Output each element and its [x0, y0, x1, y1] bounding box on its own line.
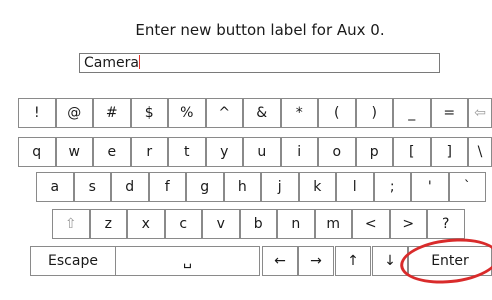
escape-button[interactable]: Escape — [30, 246, 116, 276]
shift-icon[interactable]: ⇧ — [52, 209, 90, 239]
key-j[interactable]: j — [261, 172, 299, 202]
key-e[interactable]: e — [93, 137, 131, 167]
key-semicolon[interactable]: ; — [373, 172, 411, 202]
arrow-right-icon[interactable]: → — [298, 246, 334, 276]
key-u[interactable]: u — [243, 137, 281, 167]
key-exclaim[interactable]: ! — [18, 98, 56, 128]
key-o[interactable]: o — [318, 137, 356, 167]
enter-button[interactable]: Enter — [408, 246, 492, 276]
key-ampersand[interactable]: & — [243, 98, 281, 128]
key-c[interactable]: c — [164, 209, 202, 239]
key-left-bracket[interactable]: [ — [393, 137, 431, 167]
key-k[interactable]: k — [298, 172, 336, 202]
key-l[interactable]: l — [336, 172, 374, 202]
key-question[interactable]: ? — [427, 209, 465, 239]
key-backtick[interactable]: ` — [448, 172, 486, 202]
key-z[interactable]: z — [89, 209, 127, 239]
key-n[interactable]: n — [277, 209, 315, 239]
key-asterisk[interactable]: * — [280, 98, 318, 128]
key-w[interactable]: w — [55, 137, 93, 167]
key-g[interactable]: g — [186, 172, 224, 202]
key-right-bracket[interactable]: ] — [430, 137, 468, 167]
key-left-paren[interactable]: ( — [318, 98, 356, 128]
key-q[interactable]: q — [18, 137, 56, 167]
key-at[interactable]: @ — [55, 98, 93, 128]
key-apostrophe[interactable]: ' — [411, 172, 449, 202]
key-d[interactable]: d — [111, 172, 149, 202]
key-v[interactable]: v — [202, 209, 240, 239]
arrow-left-icon[interactable]: ← — [262, 246, 298, 276]
key-t[interactable]: t — [168, 137, 206, 167]
key-f[interactable]: f — [148, 172, 186, 202]
key-equals[interactable]: = — [430, 98, 468, 128]
key-backslash[interactable]: \ — [468, 137, 492, 167]
key-h[interactable]: h — [223, 172, 261, 202]
key-i[interactable]: i — [280, 137, 318, 167]
key-less-than[interactable]: < — [352, 209, 390, 239]
key-r[interactable]: r — [130, 137, 168, 167]
key-percent[interactable]: % — [168, 98, 206, 128]
on-screen-keyboard: ! @ # $% ^ & *() _ = ⇦ q w e r t y u i o p[] \ a s d f g h j k l; ' ` ⇧ z… — [0, 0, 492, 300]
key-y[interactable]: y — [205, 137, 243, 167]
space-bar[interactable]: ␣ — [115, 246, 260, 276]
key-greater-than[interactable]: > — [389, 209, 427, 239]
key-caret[interactable]: ^ — [205, 98, 243, 128]
backspace-icon[interactable]: ⇦ — [468, 98, 492, 128]
key-a[interactable]: a — [36, 172, 74, 202]
key-m[interactable]: m — [314, 209, 352, 239]
key-p[interactable]: p — [355, 137, 393, 167]
arrow-up-icon[interactable]: ↑ — [335, 246, 371, 276]
key-dollar[interactable]: $ — [130, 98, 168, 128]
key-b[interactable]: b — [239, 209, 277, 239]
key-s[interactable]: s — [73, 172, 111, 202]
key-right-paren[interactable]: ) — [355, 98, 393, 128]
key-x[interactable]: x — [127, 209, 165, 239]
key-underscore[interactable]: _ — [393, 98, 431, 128]
arrow-down-icon[interactable]: ↓ — [372, 246, 408, 276]
key-hash[interactable]: # — [93, 98, 131, 128]
